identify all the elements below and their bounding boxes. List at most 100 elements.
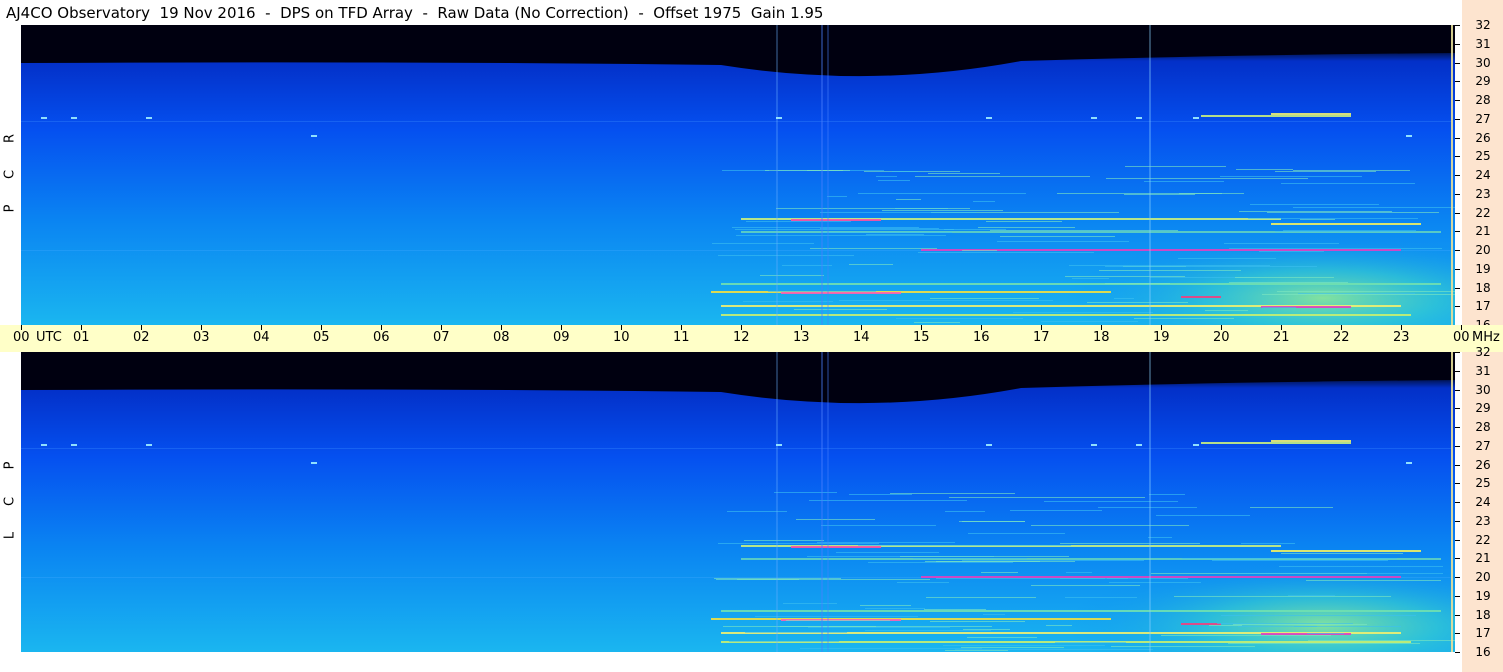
noise-line [1065, 597, 1137, 598]
noise-line [986, 221, 1062, 222]
noise-line [918, 252, 1094, 253]
noise-line [1098, 507, 1197, 508]
freq-tick [1455, 652, 1460, 653]
utc-tick-label: 06 [373, 330, 390, 345]
noise-line [743, 301, 833, 302]
freq-tick [1455, 100, 1460, 101]
rcp-frequency-axis: 3231302928272625242322212019181716 [1455, 19, 1503, 331]
noise-line [1182, 558, 1397, 559]
noise-line [868, 562, 1013, 563]
noise-line [760, 275, 824, 276]
noise-line [1308, 640, 1455, 641]
freq-tick-label: 21 [1475, 551, 1491, 565]
window-title: AJ4CO Observatory 19 Nov 2016 - DPS on T… [6, 4, 824, 22]
freq-tick [1455, 577, 1460, 578]
noise-line [1275, 231, 1416, 232]
vertical-artifact [1451, 25, 1453, 325]
noise-line [1205, 310, 1248, 311]
noise-line [915, 176, 1090, 177]
noise-line [1281, 183, 1415, 184]
freq-tick [1455, 390, 1460, 391]
freq-tick [1455, 427, 1460, 428]
freq-tick [1455, 465, 1460, 466]
utc-tick-label: 11 [673, 330, 690, 345]
freq-tick-label: 23 [1475, 514, 1491, 528]
freq-tick [1455, 269, 1460, 270]
freq-tick-label: 17 [1475, 299, 1491, 313]
noise-line [817, 542, 955, 543]
interference-dot [1406, 135, 1412, 137]
freq-tick [1455, 408, 1460, 409]
noise-line [1281, 553, 1403, 554]
freq-tick [1455, 250, 1460, 251]
noise-line [1111, 646, 1255, 647]
signal-streak [1181, 623, 1221, 625]
noise-line [983, 614, 1005, 615]
noise-line [1065, 276, 1185, 277]
interference-dot [1091, 117, 1097, 119]
utc-tick-label: 08 [493, 330, 510, 345]
interference-dot [1136, 444, 1142, 446]
noise-line [1221, 615, 1416, 616]
noise-line [849, 494, 912, 495]
noise-line [1099, 270, 1241, 271]
noise-line [1105, 266, 1317, 267]
freq-tick-label: 28 [1475, 93, 1491, 107]
utc-tick-label: 22 [1333, 330, 1350, 345]
freq-tick-label: 30 [1475, 56, 1491, 70]
utc-tick-label: 05 [313, 330, 330, 345]
freq-tick-label: 29 [1475, 401, 1491, 415]
noise-line [1288, 595, 1335, 596]
interference-dot [776, 117, 782, 119]
rcp-polarization-label: R C P [0, 25, 20, 325]
interference-dot [1091, 444, 1097, 446]
freq-tick [1455, 288, 1460, 289]
freq-tick [1455, 502, 1460, 503]
freq-tick-label: 30 [1475, 383, 1491, 397]
noise-line [858, 545, 1071, 546]
interference-dot [1193, 444, 1199, 446]
signal-streak [1271, 223, 1421, 225]
noise-line [735, 229, 954, 230]
noise-line [978, 227, 1075, 228]
noise-line [808, 627, 950, 628]
freq-unit-label: MHz [1472, 330, 1500, 345]
interference-dot [986, 444, 992, 446]
vertical-artifact [827, 25, 829, 325]
utc-tick-label: 04 [253, 330, 270, 345]
noise-line [1161, 635, 1331, 636]
pol-letter: C [2, 169, 18, 180]
signal-streak [1271, 550, 1421, 552]
noise-line [1250, 204, 1379, 205]
noise-line [1069, 265, 1270, 266]
interference-dot [146, 117, 152, 119]
noise-line [1041, 321, 1138, 322]
carrier-line [21, 448, 1451, 449]
noise-line [860, 605, 911, 606]
noise-line [1149, 494, 1185, 495]
utc-tick-label: 21 [1273, 330, 1290, 345]
noise-line [1300, 219, 1335, 220]
utc-tick-label: 19 [1153, 330, 1170, 345]
noise-line [928, 173, 1000, 174]
interference-dot [41, 444, 47, 446]
utc-tick-label: 12 [733, 330, 750, 345]
noise-line [1236, 169, 1293, 170]
noise-line [1307, 633, 1344, 634]
noise-line [896, 199, 921, 200]
utc-tick-label: 07 [433, 330, 450, 345]
freq-tick [1455, 119, 1460, 120]
noise-line [1125, 166, 1226, 167]
freq-tick-label: 28 [1475, 420, 1491, 434]
noise-line [961, 647, 1064, 648]
freq-tick-label: 29 [1475, 74, 1491, 88]
noise-line [712, 243, 814, 244]
noise-line [967, 637, 1037, 638]
interference-dot [146, 444, 152, 446]
lcp-spectrogram[interactable] [21, 352, 1455, 652]
noise-line [900, 556, 1069, 557]
rcp-spectrogram[interactable] [21, 25, 1455, 325]
freq-tick-label: 18 [1475, 608, 1491, 622]
noise-line [865, 608, 925, 609]
noise-line [1283, 230, 1416, 231]
